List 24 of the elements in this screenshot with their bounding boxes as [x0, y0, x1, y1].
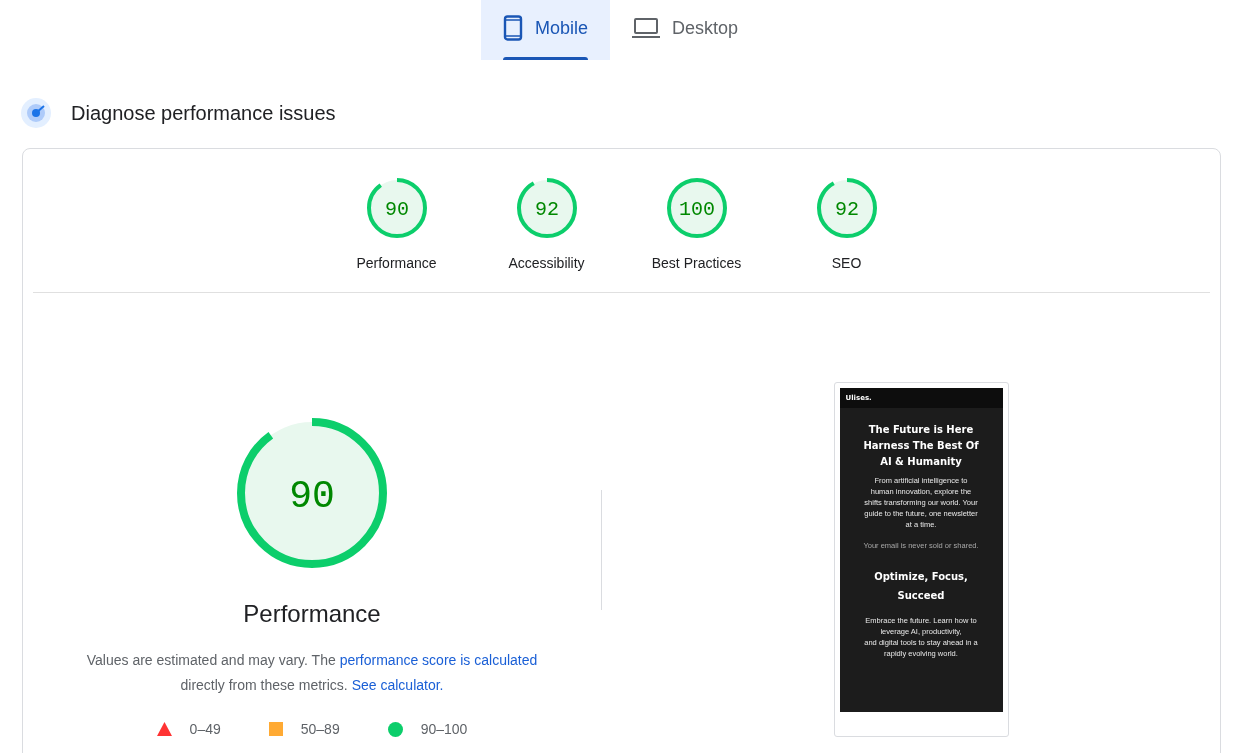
description-link[interactable]: performance score is calculated	[339, 652, 538, 668]
score-gauge: 90	[237, 418, 387, 568]
score-gauge: 92	[816, 178, 877, 238]
phone-icon	[502, 15, 523, 41]
laptop-icon	[632, 17, 660, 39]
legend-label: 90–100	[420, 721, 468, 737]
category-label: Best Practices	[651, 255, 742, 271]
site-headline: The Future is Here Harness The Best Of AI & Humanity	[862, 423, 980, 469]
legend-label: 50–89	[300, 721, 340, 737]
legend-label: 0–49	[189, 721, 221, 737]
description-link[interactable]: See calculator.	[351, 677, 444, 693]
score-gauge: 90	[366, 178, 427, 238]
section-title: Diagnose performance issues	[71, 101, 336, 125]
category-label: Accessibility	[508, 255, 585, 271]
category-label: SEO	[831, 255, 862, 271]
site-subheading: Optimize, Focus, Succeed	[873, 570, 969, 603]
score-gauge: 92	[516, 178, 577, 238]
category-label: Performance	[356, 255, 437, 271]
score-gauge: 100	[666, 178, 727, 238]
view-tab[interactable]: Desktop	[610, 0, 761, 60]
score-description: Values are estimated and may vary. The performance score is calculated directly from these metrics. See calculator.	[85, 651, 539, 695]
score-title: Performance	[243, 600, 381, 628]
radar-icon	[21, 98, 51, 128]
view-tab[interactable]: Mobile	[480, 0, 610, 60]
